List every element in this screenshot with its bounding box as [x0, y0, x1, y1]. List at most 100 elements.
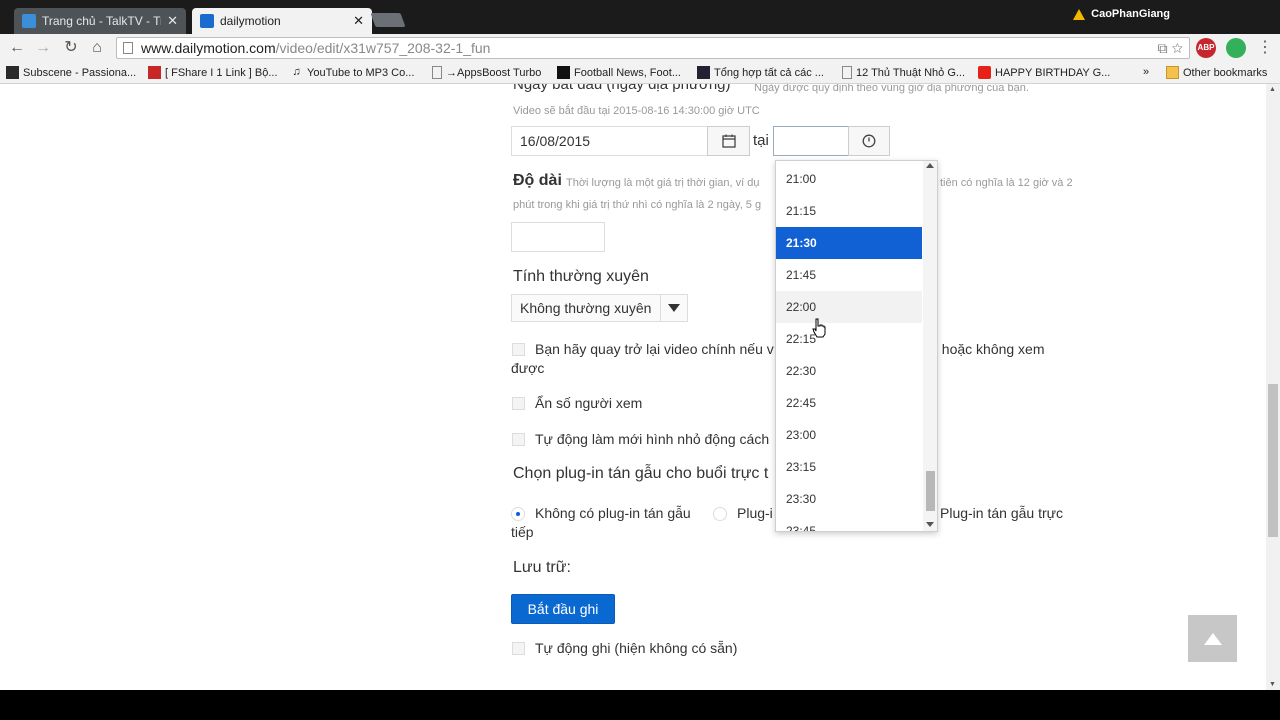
page-content: Ngày bắt đầu (ngày địa phương) Ngày được…	[0, 84, 1266, 690]
start-utc-note: Video sẽ bắt đầu tại 2015-08-16 14:30:00…	[513, 105, 760, 117]
page-icon	[842, 66, 852, 79]
time-option[interactable]: 22:30	[776, 355, 922, 387]
time-option[interactable]: 22:00	[776, 291, 922, 323]
auto-thumbnail-label: Tự động làm mới hình nhỏ động cách	[535, 431, 770, 447]
scroll-down-icon[interactable]	[926, 522, 934, 527]
clock-button[interactable]	[848, 126, 890, 156]
hand-cursor-icon	[812, 318, 826, 338]
other-bookmarks[interactable]: Other bookmarks	[1166, 66, 1267, 79]
screen: Trang chủ - TalkTV - Truyề ✕ dailymotion…	[0, 0, 1280, 720]
close-icon[interactable]: ✕	[353, 13, 364, 29]
chat-plugin-label: Chọn plug-in tán gẫu cho buổi trực t	[513, 465, 769, 482]
bookmark-item[interactable]: 12 Thủ Thuật Nhỏ G...	[842, 66, 965, 79]
reload-icon[interactable]: ↻	[60, 38, 82, 58]
bookmark-item[interactable]: [ FShare I 1 Link ] Bộ...	[148, 66, 278, 79]
duration-hint-line2: phút trong khi giá trị thứ nhì có nghĩa …	[513, 199, 762, 211]
no-plugin-label: Không có plug-in tán gẫu	[535, 505, 691, 521]
time-option[interactable]: 21:30	[776, 227, 922, 259]
youtube-icon	[978, 66, 991, 79]
live-plugin-label-wrap: tiếp	[511, 524, 534, 540]
clock-icon	[862, 134, 876, 148]
scroll-thumb[interactable]	[926, 471, 935, 511]
return-main-label: Bạn hãy quay trở lại video chính nếu v	[535, 341, 774, 357]
address-bar[interactable]: www.dailymotion.com/video/edit/x31w757_2…	[116, 37, 1190, 59]
auto-record-checkbox[interactable]	[512, 642, 525, 655]
auto-record-label: Tự động ghi (hiện không có sẵn)	[535, 640, 738, 656]
browser-tab-strip: Trang chủ - TalkTV - Truyề ✕ dailymotion…	[0, 0, 1280, 34]
bookmark-item[interactable]: ♫ YouTube to MP3 Co...	[290, 66, 414, 79]
profile-button[interactable]: CaoPhanGiang	[1073, 8, 1170, 20]
recurrence-select[interactable]: Không thường xuyên	[511, 294, 688, 322]
warning-icon	[1073, 8, 1086, 20]
scroll-up-icon[interactable]: ▲	[1269, 86, 1276, 93]
no-plugin-radio[interactable]	[511, 507, 525, 521]
auto-thumbnail-checkbox[interactable]	[512, 433, 525, 446]
tab-dailymotion[interactable]: dailymotion ✕	[192, 8, 372, 34]
tab-title: dailymotion	[220, 14, 281, 28]
at-label: tại	[753, 132, 769, 149]
duration-input[interactable]	[511, 222, 605, 252]
music-note-icon: ♫	[292, 66, 301, 78]
url-host: www.dailymotion.com	[141, 40, 276, 56]
dropdown-scrollbar[interactable]	[923, 161, 937, 531]
time-option[interactable]: 21:45	[776, 259, 922, 291]
bookmarks-bar: Subscene - Passiona... [ FShare I 1 Link…	[0, 62, 1280, 84]
recurrence-value: Không thường xuyên	[520, 300, 652, 316]
close-icon[interactable]: ✕	[167, 13, 178, 29]
bookmark-item[interactable]: Tổng hợp tất cả các ...	[697, 66, 824, 79]
plugin-label: Plug-i	[737, 505, 773, 521]
profile-name: CaoPhanGiang	[1091, 8, 1170, 20]
time-option[interactable]: 21:15	[776, 195, 922, 227]
translate-icon[interactable]: ⧉	[1158, 40, 1168, 56]
time-option[interactable]: 23:15	[776, 451, 922, 483]
bookmark-star-icon[interactable]: ☆	[1172, 40, 1183, 56]
arrow-up-icon	[1203, 632, 1222, 645]
url-path: /video/edit/x31w757_208-32-1_fun	[275, 40, 491, 56]
page-scrollbar[interactable]: ▲ ▼	[1266, 84, 1280, 690]
forward-icon[interactable]: →	[32, 38, 54, 58]
site-icon	[697, 66, 710, 79]
time-option[interactable]: 23:45	[776, 515, 922, 531]
return-main-checkbox[interactable]	[512, 343, 525, 356]
bookmark-item[interactable]: →AppsBoost Turbo	[432, 66, 541, 79]
live-plugin-label: Plug-in tán gẫu trực	[940, 505, 1063, 521]
talktv-favicon-icon	[22, 14, 36, 28]
time-dropdown[interactable]: 21:00 21:15 21:30 21:45 22:00 22:15 22:30 22:45…	[775, 160, 938, 532]
time-option[interactable]: 23:30	[776, 483, 922, 515]
page-scroll-thumb[interactable]	[1268, 384, 1278, 537]
calendar-button[interactable]	[707, 126, 750, 156]
bookmark-item[interactable]: Football News, Foot...	[557, 66, 681, 79]
letterbox-bar	[0, 690, 1280, 720]
chevron-down-icon	[660, 295, 687, 321]
back-icon[interactable]: ←	[6, 38, 28, 58]
hide-viewers-checkbox[interactable]	[512, 397, 525, 410]
calendar-icon	[721, 134, 736, 148]
tab-title: Trang chủ - TalkTV - Truyề	[42, 14, 161, 28]
subscene-icon	[6, 66, 19, 79]
time-option[interactable]: 23:00	[776, 419, 922, 451]
time-option[interactable]: 22:45	[776, 387, 922, 419]
start-date-hint: Ngày được quy định theo vùng giờ địa phư…	[754, 84, 1029, 94]
bookmarks-overflow-button[interactable]: »	[1143, 66, 1149, 78]
home-icon[interactable]: ⌂	[86, 38, 108, 58]
return-main-label-end: t hoặc không xem	[934, 341, 1045, 357]
time-option[interactable]: 21:00	[776, 163, 922, 195]
date-input[interactable]: 16/08/2015	[511, 126, 709, 156]
duration-label: Độ dài	[513, 172, 562, 189]
bookmark-item[interactable]: HAPPY BIRTHDAY G...	[978, 66, 1110, 79]
tab-talktv[interactable]: Trang chủ - TalkTV - Truyề ✕	[14, 8, 186, 34]
adblock-extension-icon[interactable]: ABP	[1196, 38, 1216, 58]
return-main-label-wrap: được	[511, 360, 545, 376]
folder-icon	[1166, 66, 1179, 79]
time-option[interactable]: 22:15	[776, 323, 922, 355]
time-input[interactable]	[773, 126, 849, 156]
plugin-radio[interactable]	[713, 507, 727, 521]
bookmark-item[interactable]: Subscene - Passiona...	[6, 66, 136, 79]
scroll-up-icon[interactable]	[926, 163, 934, 168]
start-recording-button[interactable]: Bắt đầu ghi	[511, 594, 615, 624]
scroll-down-icon[interactable]: ▼	[1269, 681, 1276, 688]
menu-icon[interactable]: ⋮	[1254, 38, 1276, 58]
extension-icon[interactable]	[1226, 38, 1246, 58]
new-tab-button[interactable]	[370, 13, 406, 27]
back-to-top-button[interactable]	[1188, 615, 1237, 662]
